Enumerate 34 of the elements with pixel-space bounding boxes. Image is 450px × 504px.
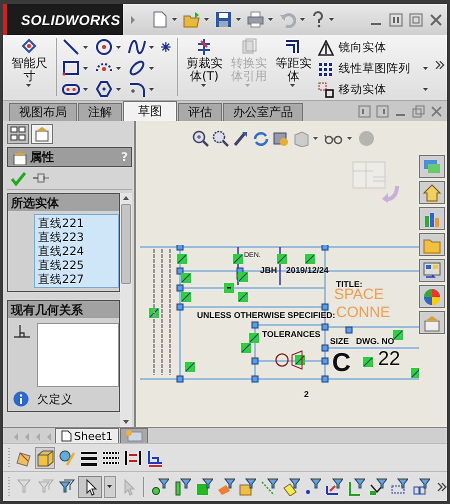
drawing-label: 2 xyxy=(304,390,309,398)
tool-button[interactable]: 线性草图阵列 xyxy=(338,61,411,76)
app-logo: SOLIDWORKS xyxy=(3,4,123,35)
drawing-label: DWG. NO xyxy=(356,337,394,346)
ribbon-tab[interactable]: 评估 xyxy=(178,103,222,121)
list-item[interactable]: 直线224 xyxy=(38,244,115,258)
drawing-label: UNLESS OTHERWISE SPECIFIED: xyxy=(197,311,336,320)
drawing-label: SIZE xyxy=(330,337,349,346)
drawing-label: TITLE: xyxy=(336,280,362,288)
panel-title: 属性 xyxy=(30,148,54,166)
drawing-label: SPACE xyxy=(334,287,384,302)
ribbon-tab[interactable]: 视图布局 xyxy=(9,103,77,121)
list-item[interactable]: 直线221 xyxy=(38,216,115,230)
ribbon-tab[interactable]: 注解 xyxy=(78,103,122,121)
section-heading: 所选实体 xyxy=(8,194,119,211)
drawing-label: JBH xyxy=(260,266,278,274)
tool-button[interactable]: 等距实体 xyxy=(274,57,312,83)
drawing-label: 2019/12/24 xyxy=(286,266,329,274)
list-item[interactable]: 直线225 xyxy=(38,258,115,272)
ribbon-tab[interactable]: 办公室产品 xyxy=(223,103,303,121)
tool-button[interactable]: 剪裁实体(T) xyxy=(185,57,224,83)
ribbon-tab[interactable]: 草图 xyxy=(123,101,177,121)
sheet-tab[interactable]: Sheet1 xyxy=(55,428,119,443)
drawing-label: CONNE xyxy=(336,305,390,320)
tool-button[interactable]: 移动实体 xyxy=(338,82,387,97)
drawing-label: TOLERANCES xyxy=(262,330,320,338)
section-heading: 现有几何关系 xyxy=(8,301,119,318)
drawing-label: C xyxy=(332,349,351,375)
list-item[interactable]: 直线223 xyxy=(38,230,115,244)
list-item[interactable]: 直线227 xyxy=(38,272,115,286)
tool-button[interactable]: 智能尺寸 xyxy=(10,57,48,83)
drawing-label: 22 xyxy=(378,349,400,369)
tool-button[interactable]: 镜向实体 xyxy=(338,40,387,55)
status-text: 欠定义 xyxy=(37,392,73,406)
